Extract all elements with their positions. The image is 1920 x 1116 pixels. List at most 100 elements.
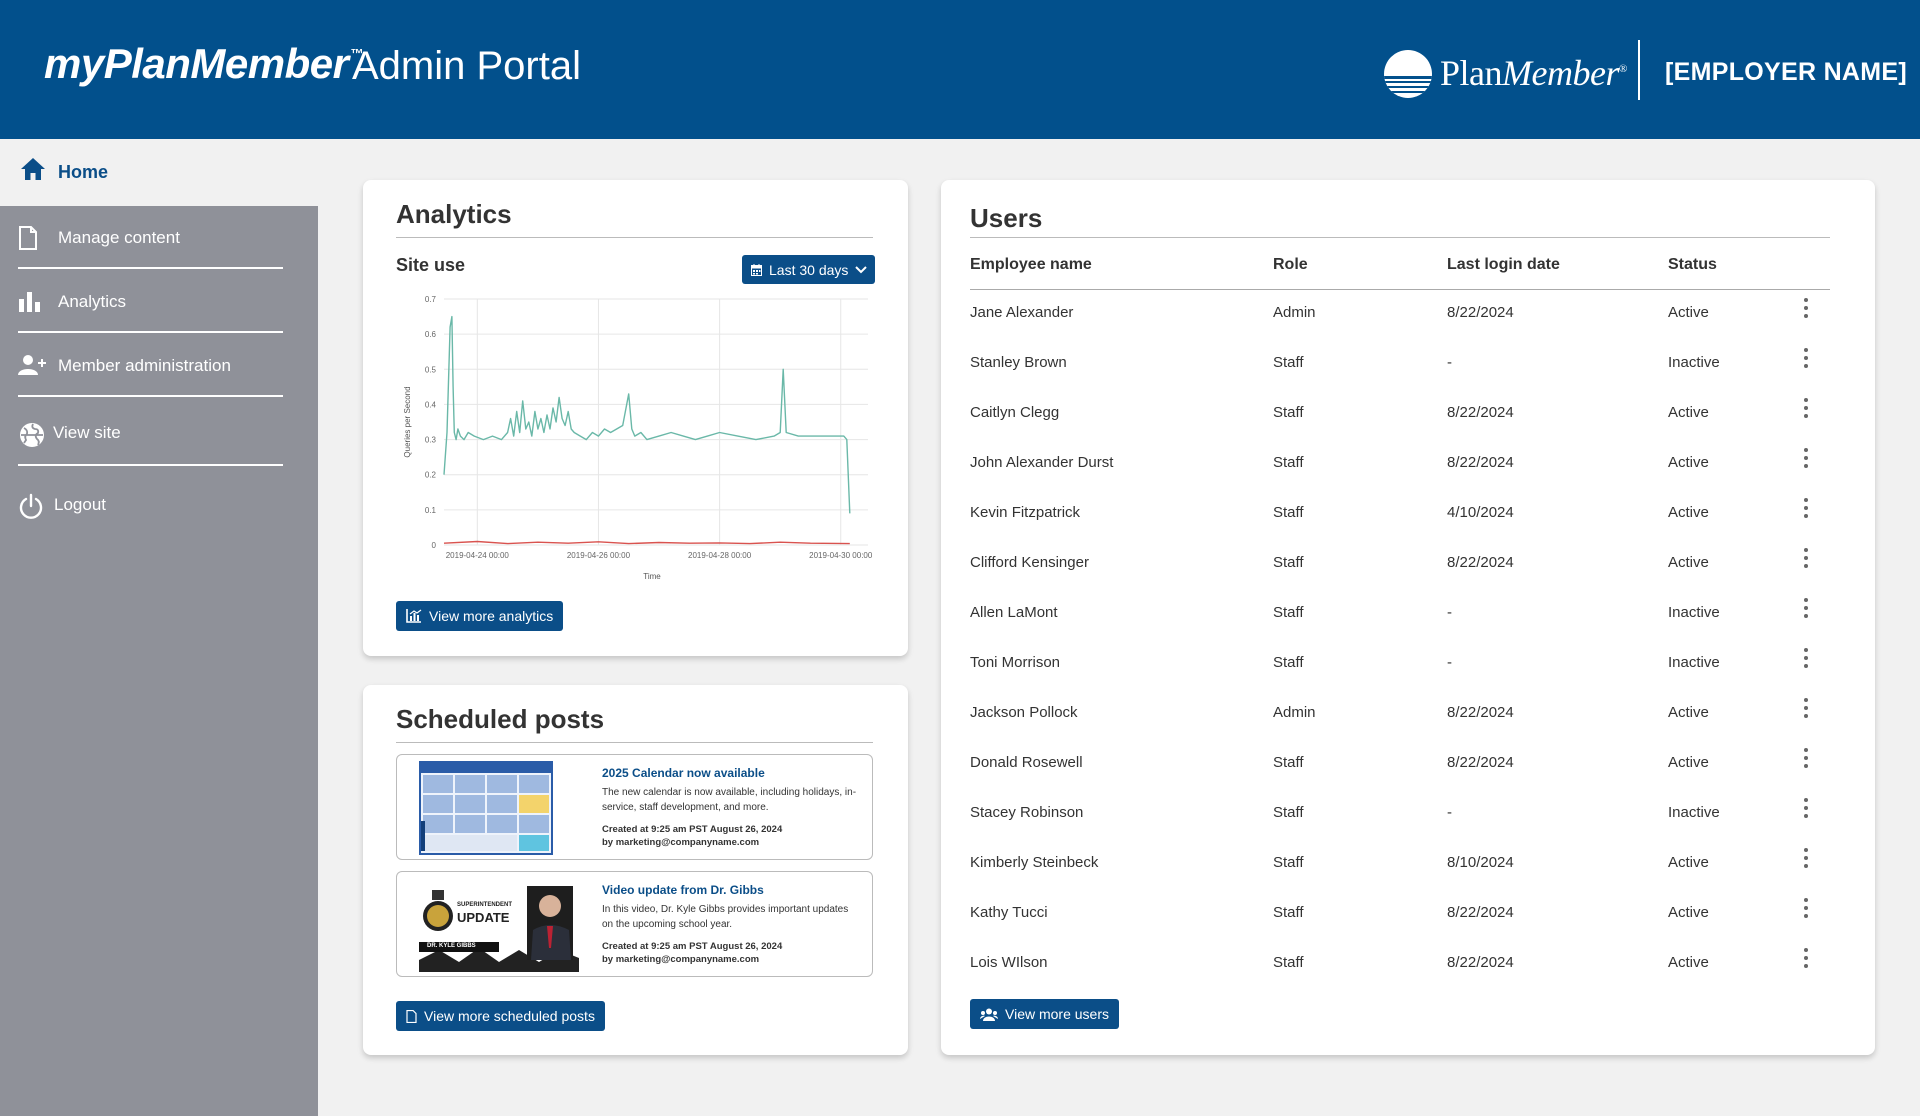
site-use-chart: 0 0.1 0.2 0.3 0.4 0.5 0.6 0.7 2019-04-24 00:00 20… [403, 295, 873, 581]
date-range-label: Last 30 days [769, 261, 849, 278]
sidebar-divider [18, 331, 283, 333]
brand-name[interactable]: myPlanMember ™ [44, 40, 363, 88]
row-actions-kebab-icon[interactable] [1803, 798, 1809, 818]
table-row[interactable]: Allen LaMont Staff - Inactive [970, 598, 1830, 654]
column-header-status[interactable]: Status [1668, 256, 1717, 274]
y-tick-label: 0.3 [425, 436, 437, 445]
post-title: 2025 Calendar now available [602, 766, 765, 780]
cell-employee-name: Stanley Brown [970, 354, 1067, 371]
scheduled-posts-card [363, 685, 908, 1055]
power-icon [18, 493, 44, 526]
sidebar-divider [18, 464, 283, 466]
table-row[interactable]: Kimberly Steinbeck Staff 8/10/2024 Active [970, 848, 1830, 904]
scheduled-post-item[interactable]: SUPERINTENDENT UPDATE DR. KYLE GIBBS Vid… [396, 871, 873, 977]
row-actions-kebab-icon[interactable] [1803, 898, 1809, 918]
row-actions-kebab-icon[interactable] [1803, 948, 1809, 968]
sidebar-item-label: Member administration [58, 356, 231, 375]
y-axis-label: Queries per Second [403, 386, 412, 457]
date-range-dropdown[interactable]: Last 30 days [742, 255, 876, 284]
column-header-employee-name[interactable]: Employee name [970, 256, 1092, 274]
portal-title: Admin Portal [352, 44, 581, 88]
view-more-posts-label: View more scheduled posts [424, 1008, 595, 1024]
table-row[interactable]: Clifford Kensinger Staff 8/22/2024 Active [970, 548, 1830, 604]
table-row[interactable]: Donald Rosewell Staff 8/22/2024 Active [970, 748, 1830, 804]
row-actions-kebab-icon[interactable] [1803, 498, 1809, 518]
x-tick-label: 2019-04-30 00:00 [809, 551, 873, 560]
sidebar: Home Manage content Analytics Member adm… [0, 139, 318, 1116]
analytics-icon [406, 609, 422, 623]
row-actions-kebab-icon[interactable] [1803, 748, 1809, 768]
cell-employee-name: Donald Rosewell [970, 754, 1083, 771]
sidebar-item-label: Home [58, 162, 109, 182]
table-row[interactable]: Caitlyn Clegg Staff 8/22/2024 Active [970, 398, 1830, 454]
planmember-logo: PlanMember® [1440, 53, 1627, 93]
table-row[interactable]: Jackson Pollock Admin 8/22/2024 Active [970, 698, 1830, 754]
cell-last-login-date: 8/22/2024 [1447, 304, 1514, 321]
cell-role: Staff [1273, 754, 1304, 771]
y-tick-label: 0 [432, 541, 437, 550]
add-user-icon [18, 354, 46, 381]
sidebar-item-home[interactable]: Home [0, 139, 318, 206]
cell-last-login-date: 8/22/2024 [1447, 454, 1514, 471]
row-actions-kebab-icon[interactable] [1803, 398, 1809, 418]
row-actions-kebab-icon[interactable] [1803, 348, 1809, 368]
cell-status: Active [1668, 754, 1709, 771]
cell-last-login-date: 8/22/2024 [1447, 404, 1514, 421]
table-row[interactable]: Toni Morrison Staff - Inactive [970, 648, 1830, 704]
cell-last-login-date: 8/10/2024 [1447, 854, 1514, 871]
scheduled-posts-title-rule [396, 742, 873, 743]
y-tick-label: 0.2 [425, 471, 437, 480]
column-header-last-login[interactable]: Last login date [1447, 256, 1560, 274]
x-tick-label: 2019-04-26 00:00 [567, 551, 631, 560]
column-header-role[interactable]: Role [1273, 256, 1308, 274]
x-tick-label: 2019-04-24 00:00 [446, 551, 510, 560]
view-more-analytics-label: View more analytics [429, 608, 554, 624]
cell-role: Staff [1273, 954, 1304, 971]
cell-role: Staff [1273, 804, 1304, 821]
view-more-scheduled-posts-button[interactable]: View more scheduled posts [396, 1001, 605, 1031]
table-row[interactable]: Stacey Robinson Staff - Inactive [970, 798, 1830, 854]
analytics-title-rule [396, 237, 873, 238]
row-actions-kebab-icon[interactable] [1803, 698, 1809, 718]
row-actions-kebab-icon[interactable] [1803, 648, 1809, 668]
scheduled-post-item[interactable]: 2025 Calendar now available The new cale… [396, 754, 873, 860]
row-actions-kebab-icon[interactable] [1803, 848, 1809, 868]
globe-icon [18, 421, 46, 454]
view-more-users-button[interactable]: View more users [970, 999, 1120, 1029]
cell-role: Admin [1273, 304, 1316, 321]
cell-status: Active [1668, 704, 1709, 721]
cell-employee-name: Kevin Fitzpatrick [970, 504, 1081, 521]
cell-status: Inactive [1668, 804, 1720, 821]
calendar-thumbnail [419, 761, 579, 855]
table-row[interactable]: Stanley Brown Staff - Inactive [970, 348, 1830, 404]
table-row[interactable]: Lois WIlson Staff 8/22/2024 Active [970, 948, 1830, 1004]
cell-last-login-date: 8/22/2024 [1447, 554, 1514, 571]
row-actions-kebab-icon[interactable] [1803, 448, 1809, 468]
cell-role: Staff [1273, 604, 1304, 621]
thumbnail-kicker: SUPERINTENDENT [457, 902, 513, 908]
cell-employee-name: Jane Alexander [970, 304, 1074, 321]
x-tick-label: 2019-04-28 00:00 [688, 551, 752, 560]
view-more-users-label: View more users [1005, 1006, 1110, 1022]
sidebar-divider [18, 267, 283, 269]
cell-role: Staff [1273, 454, 1304, 471]
view-more-analytics-button[interactable]: View more analytics [396, 601, 564, 631]
cell-employee-name: Toni Morrison [970, 654, 1061, 671]
post-created: Created at 9:25 am PST August 26, 2024 [602, 824, 783, 835]
y-tick-label: 0.5 [425, 365, 437, 374]
cell-status: Active [1668, 454, 1709, 471]
row-actions-kebab-icon[interactable] [1803, 598, 1809, 618]
cell-role: Staff [1273, 554, 1304, 571]
y-tick-label: 0.4 [425, 400, 437, 409]
cell-status: Active [1668, 904, 1709, 921]
table-row[interactable]: Kevin Fitzpatrick Staff 4/10/2024 Active [970, 498, 1830, 554]
sidebar-divider [18, 395, 283, 397]
table-row[interactable]: Kathy Tucci Staff 8/22/2024 Active [970, 898, 1830, 954]
users-title: Users [970, 203, 1043, 233]
row-actions-kebab-icon[interactable] [1803, 548, 1809, 568]
users-icon [980, 1008, 998, 1021]
cell-employee-name: Jackson Pollock [970, 704, 1078, 721]
table-row[interactable]: Jane Alexander Admin 8/22/2024 Active [970, 298, 1830, 354]
row-actions-kebab-icon[interactable] [1803, 298, 1809, 318]
table-row[interactable]: John Alexander Durst Staff 8/22/2024 Active [970, 448, 1830, 504]
